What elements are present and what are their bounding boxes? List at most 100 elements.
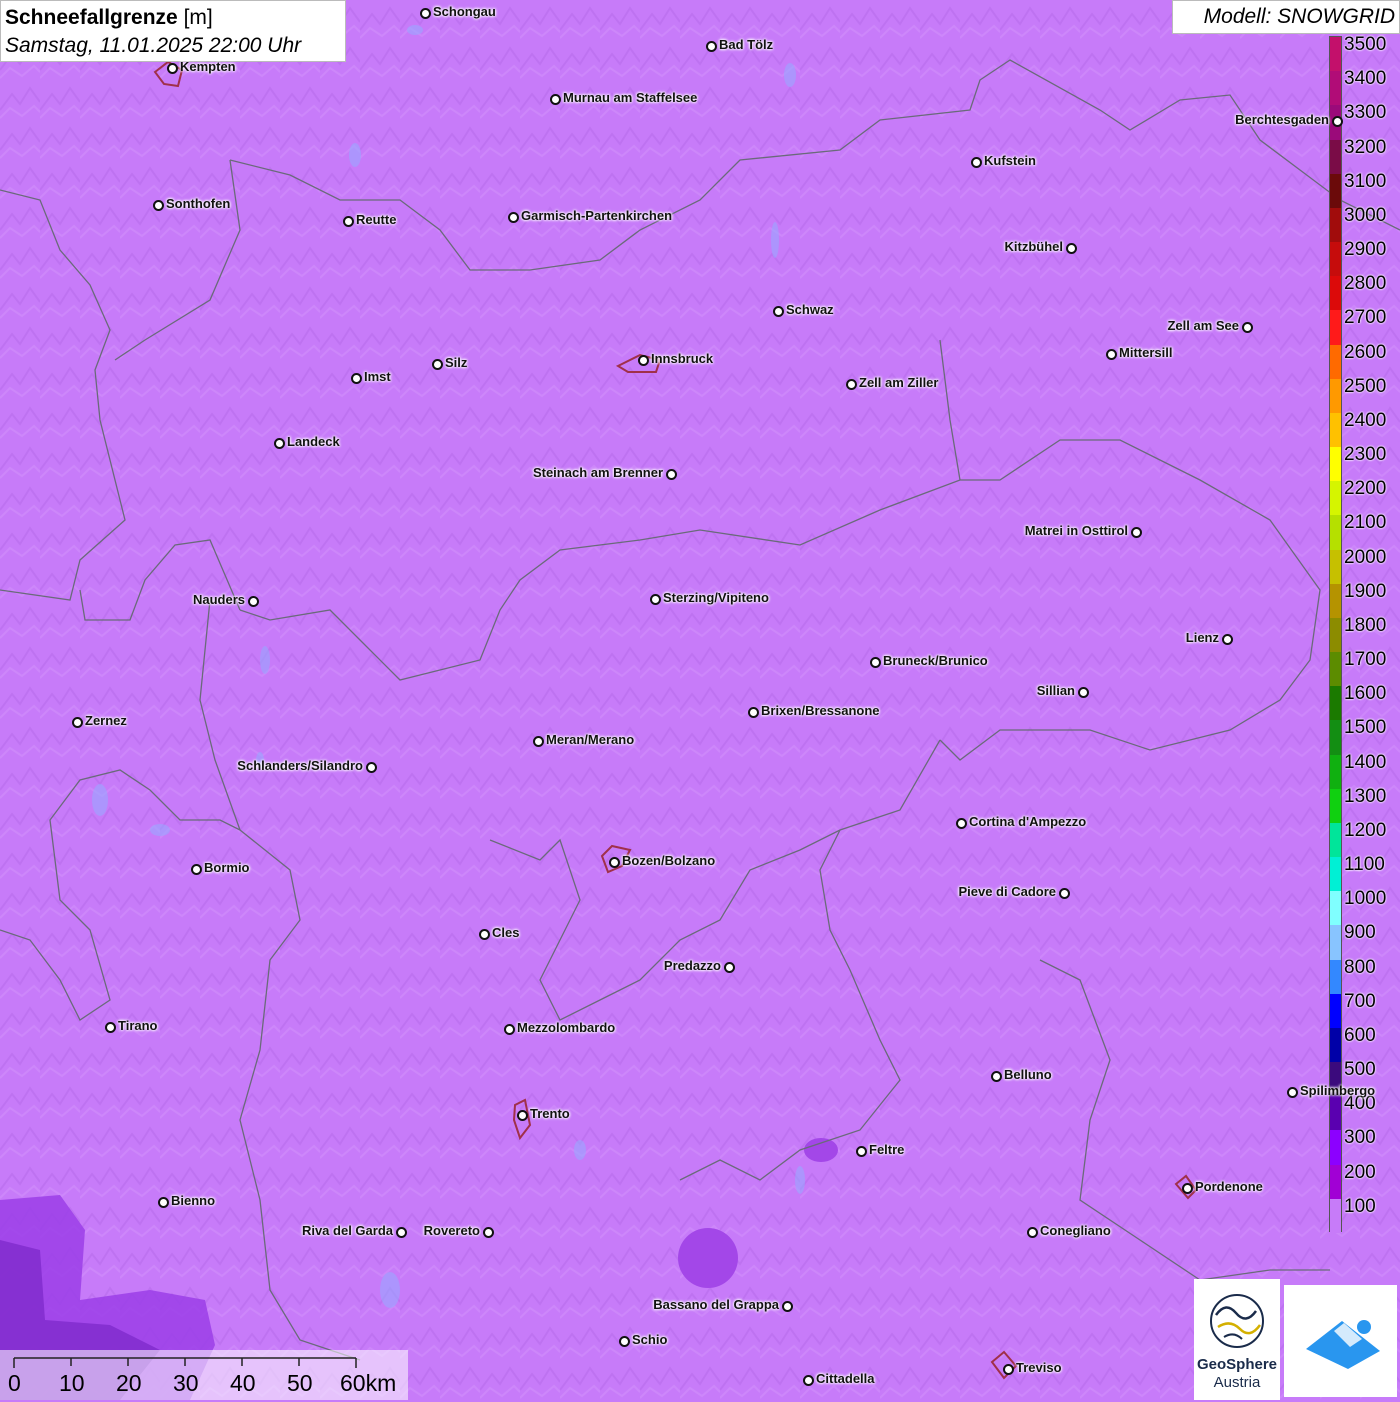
parameter-name: Schneefallgrenze — [5, 6, 178, 29]
city-label: Bormio — [204, 860, 250, 875]
geosphere-austria-logo[interactable]: GeoSphere Austria — [1194, 1279, 1280, 1400]
city-dot-icon — [1027, 1227, 1038, 1238]
city-label: Bruneck/Brunico — [883, 653, 988, 668]
scale-bar: 0 10 20 30 40 50 60km — [0, 1350, 408, 1400]
city-dot-icon — [870, 657, 881, 668]
city-label: Imst — [364, 369, 391, 384]
logo-subtitle: Austria — [1213, 1374, 1261, 1391]
legend-color-step — [1330, 822, 1341, 858]
city-dot-icon — [517, 1110, 528, 1121]
city-dot-icon — [846, 379, 857, 390]
legend-color-step — [1330, 583, 1341, 619]
city-dot-icon — [508, 212, 519, 223]
city-label: Schwaz — [786, 302, 834, 317]
legend-label: 1400 — [1344, 751, 1387, 773]
legend-label: 1800 — [1344, 614, 1387, 636]
city-label: Innsbruck — [651, 351, 714, 366]
scale-label: 40 — [230, 1370, 256, 1396]
legend-color-step — [1330, 37, 1341, 72]
city-label: Reutte — [356, 212, 397, 227]
city-label: Nauders — [192, 592, 245, 607]
city-dot-icon — [248, 596, 259, 607]
city-label: Sillian — [1036, 683, 1075, 698]
legend-label: 2800 — [1344, 273, 1387, 295]
legend-color-step — [1330, 754, 1341, 790]
city-dot-icon — [619, 1336, 630, 1347]
city-label: Schio — [632, 1332, 668, 1347]
legend-label: 2400 — [1344, 409, 1387, 431]
legend-label: 600 — [1344, 1024, 1376, 1046]
legend-label: 800 — [1344, 956, 1376, 978]
city-dot-icon — [1066, 243, 1077, 254]
legend-color-step — [1330, 959, 1341, 995]
city-label: Zell am Ziller — [859, 375, 939, 390]
legend-color-step — [1330, 549, 1341, 585]
city-label: Zernez — [85, 713, 127, 728]
logo-name: GeoSphere — [1196, 1356, 1278, 1373]
city-dot-icon — [1287, 1087, 1298, 1098]
legend-color-step — [1330, 412, 1341, 448]
legend-color-step — [1330, 515, 1341, 551]
legend-label: 300 — [1344, 1127, 1376, 1149]
city-label: Brixen/Bressanone — [761, 703, 880, 718]
city-label: Bad Tölz — [719, 37, 774, 52]
city-label: Rovereto — [423, 1223, 480, 1238]
city-dot-icon — [971, 157, 982, 168]
scale-label: 60km — [340, 1370, 397, 1396]
legend-label: 2500 — [1344, 375, 1387, 397]
city-dot-icon — [1332, 116, 1343, 127]
legend-color-step — [1330, 788, 1341, 824]
city-dot-icon — [366, 762, 377, 773]
city-dot-icon — [991, 1071, 1002, 1082]
city-dot-icon — [1106, 349, 1117, 360]
map-title: Schneefallgrenze [m] — [5, 4, 341, 32]
city-dot-icon — [153, 200, 164, 211]
city-dot-icon — [856, 1146, 867, 1157]
legend-label: 3000 — [1344, 204, 1387, 226]
legend-color-step — [1330, 173, 1341, 209]
app-logo[interactable] — [1284, 1285, 1397, 1397]
city-label: Kempten — [180, 59, 236, 74]
scale-label: 0 — [8, 1370, 21, 1396]
legend-color-step — [1330, 1198, 1341, 1234]
legend-color-step — [1330, 481, 1341, 516]
legend-color-step — [1330, 925, 1341, 961]
legend-label: 1700 — [1344, 649, 1387, 671]
city-label: Mittersill — [1119, 345, 1173, 360]
legend-label: 100 — [1344, 1195, 1376, 1217]
parameter-unit: [m] — [183, 6, 213, 29]
legend-label: 200 — [1344, 1161, 1376, 1183]
legend-label: 1000 — [1344, 888, 1387, 910]
forecast-datetime: Samstag, 11.01.2025 22:00 Uhr — [5, 34, 302, 57]
color-legend-bar — [1329, 36, 1342, 1234]
scale-label: 50 — [287, 1370, 313, 1396]
legend-color-step — [1330, 652, 1341, 687]
city-label: Matrei in Osttirol — [1024, 523, 1128, 538]
legend-color-step — [1330, 891, 1341, 926]
scale-label: 20 — [116, 1370, 142, 1396]
city-dot-icon — [956, 818, 967, 829]
legend-color-step — [1330, 276, 1341, 311]
city-dot-icon — [432, 359, 443, 370]
city-label: Predazzo — [663, 958, 721, 973]
legend-label: 2600 — [1344, 341, 1387, 363]
low-snowline-patch-feltre — [804, 1138, 838, 1162]
legend-color-step — [1330, 139, 1341, 175]
city-label: Pieve di Cadore — [958, 884, 1056, 899]
low-snowline-patch-bassano — [678, 1228, 738, 1288]
city-label: Zell am See — [1167, 318, 1239, 333]
city-dot-icon — [351, 373, 362, 384]
legend-color-step — [1330, 1164, 1341, 1200]
legend-label: 3100 — [1344, 170, 1387, 192]
city-dot-icon — [72, 717, 83, 728]
city-label: Sterzing/Vipiteno — [663, 590, 769, 605]
legend-label: 700 — [1344, 990, 1376, 1012]
city-label: Lienz — [1185, 630, 1219, 645]
city-label: Conegliano — [1040, 1223, 1111, 1238]
city-dot-icon — [638, 355, 649, 366]
city-label: Belluno — [1004, 1067, 1052, 1082]
legend-label: 3400 — [1344, 68, 1387, 90]
legend-color-step — [1330, 617, 1341, 653]
city-dot-icon — [343, 216, 354, 227]
legend-label: 500 — [1344, 1059, 1376, 1081]
